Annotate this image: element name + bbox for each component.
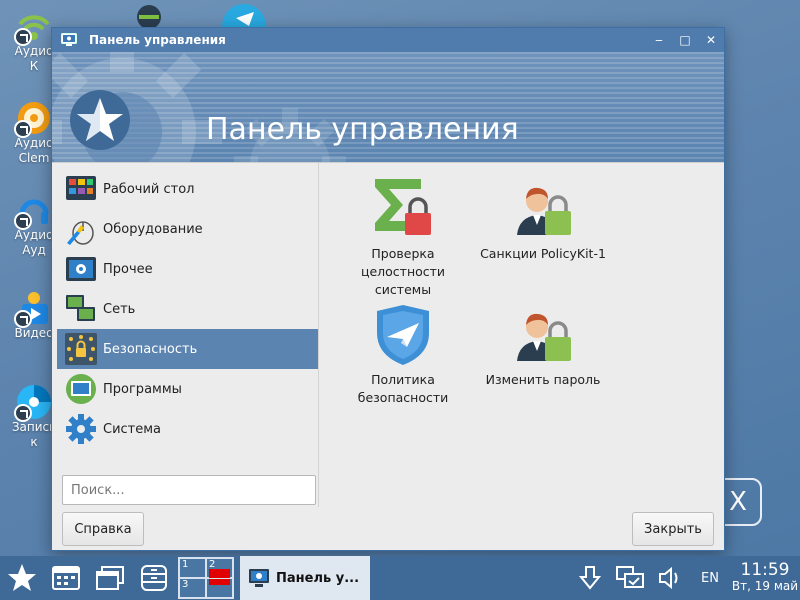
tile-security-policy[interactable]: Политика безопасности	[339, 303, 467, 407]
window-content: Рабочий стол Оборудование Прочее Сеть Бе…	[52, 162, 724, 550]
tray-download[interactable]	[570, 556, 610, 600]
system-icon	[65, 413, 97, 445]
clock-time: 11:59	[740, 560, 790, 580]
workspace-window-thumb	[209, 569, 230, 578]
control-panel-window: Панель управления ‒ □ ✕ Панель управлени…	[51, 27, 725, 551]
sidebar-item-system[interactable]: Система	[57, 409, 318, 449]
tile-policykit-sanctions[interactable]: Санкции PolicyKit-1	[479, 177, 607, 263]
tile-label: Проверка целостности системы	[360, 246, 446, 297]
volume-icon	[659, 567, 678, 589]
drawer-icon	[141, 565, 167, 591]
star-menu-icon	[8, 564, 36, 591]
telegram-icon	[222, 4, 266, 48]
sidebar-item-label: Прочее	[103, 261, 153, 277]
taskbar: 1 2 3 4 Панель у...	[0, 556, 800, 600]
download-arrow-icon	[579, 566, 601, 590]
search-input[interactable]	[62, 475, 316, 505]
workspace-pager: 1 2 3 4	[178, 557, 234, 599]
app-launcher-button[interactable]	[44, 556, 88, 600]
hardware-icon	[65, 213, 97, 245]
display-check-icon	[616, 566, 644, 588]
file-manager-button[interactable]	[132, 556, 176, 600]
keyboard-layout-indicator[interactable]: EN	[690, 556, 730, 600]
close-button[interactable]: Закрыть	[632, 512, 714, 546]
monitor-gear-icon	[248, 567, 270, 589]
clock-date: Вт, 19 май	[731, 579, 799, 593]
taskbar-task-control-panel[interactable]: Панель у...	[240, 556, 370, 600]
close-window-button[interactable]: ✕	[698, 33, 724, 47]
sidebar-item-label: Оборудование	[103, 221, 203, 237]
banner-title: Панель управления	[206, 112, 519, 147]
desktop-icon-top-2[interactable]	[222, 4, 266, 48]
sidebar-item-label: Безопасность	[103, 341, 198, 357]
workspace-1[interactable]: 1	[179, 558, 206, 578]
security-icon	[65, 333, 97, 365]
app-grid-icon	[52, 566, 80, 590]
workspace-3[interactable]: 3	[179, 578, 206, 598]
video-player-icon	[14, 290, 52, 328]
maximize-button[interactable]: □	[672, 33, 698, 47]
clementine-icon	[14, 100, 52, 138]
tile-label: Санкции PolicyKit-1	[480, 246, 606, 261]
workspace-2[interactable]: 2	[206, 558, 233, 578]
sigma-lock-icon	[371, 177, 435, 241]
workspace-4[interactable]: 4	[206, 578, 233, 598]
windows-icon	[96, 566, 124, 590]
monitor-gear-icon	[61, 33, 77, 47]
workspace-window-thumb	[209, 579, 230, 585]
clock[interactable]: 11:59 Вт, 19 май	[730, 562, 800, 594]
other-icon	[65, 253, 97, 285]
audio-converter-icon	[14, 192, 52, 230]
programs-icon	[65, 373, 97, 405]
start-menu-button[interactable]	[0, 556, 44, 600]
sidebar-item-label: Программы	[103, 381, 182, 397]
os-star-logo-icon	[70, 90, 130, 150]
desktop-icon	[65, 173, 97, 205]
sidebar-item-label: Система	[103, 421, 162, 437]
security-policy-icon	[371, 303, 435, 367]
applets-panel: Проверка целостности системы Санкции Pol…	[318, 163, 720, 507]
sidebar-item-network[interactable]: Сеть	[57, 289, 318, 329]
sidebar-item-label: Рабочий стол	[103, 181, 195, 197]
user-lock-icon	[511, 177, 575, 241]
header-banner: Панель управления	[52, 52, 724, 162]
sidebar-item-hardware[interactable]: Оборудование	[57, 209, 318, 249]
minimize-button[interactable]: ‒	[646, 33, 672, 47]
sidebar-item-label: Сеть	[103, 301, 136, 317]
tile-label: Изменить пароль	[485, 372, 601, 387]
show-windows-button[interactable]	[88, 556, 132, 600]
sidebar-item-security[interactable]: Безопасность	[57, 329, 318, 369]
sidebar-item-programs[interactable]: Программы	[57, 369, 318, 409]
tile-label: Политика безопасности	[357, 372, 449, 405]
task-label: Панель у...	[276, 570, 360, 586]
network-icon	[65, 293, 97, 325]
user-lock-icon	[511, 303, 575, 367]
category-sidebar: Рабочий стол Оборудование Прочее Сеть Бе…	[57, 169, 318, 459]
tile-integrity-check[interactable]: Проверка целостности системы	[339, 177, 467, 299]
audio-player-icon	[14, 8, 52, 46]
sidebar-item-other[interactable]: Прочее	[57, 249, 318, 289]
tile-change-password[interactable]: Изменить пароль	[479, 303, 607, 389]
window-titlebar[interactable]: Панель управления ‒ □ ✕	[52, 28, 724, 52]
tray-display[interactable]	[610, 556, 650, 600]
disc-burner-icon	[14, 384, 52, 422]
help-button[interactable]: Справка	[62, 512, 144, 546]
tray-volume[interactable]	[650, 556, 690, 600]
sidebar-item-desktop[interactable]: Рабочий стол	[57, 169, 318, 209]
window-title: Панель управления	[89, 33, 226, 47]
